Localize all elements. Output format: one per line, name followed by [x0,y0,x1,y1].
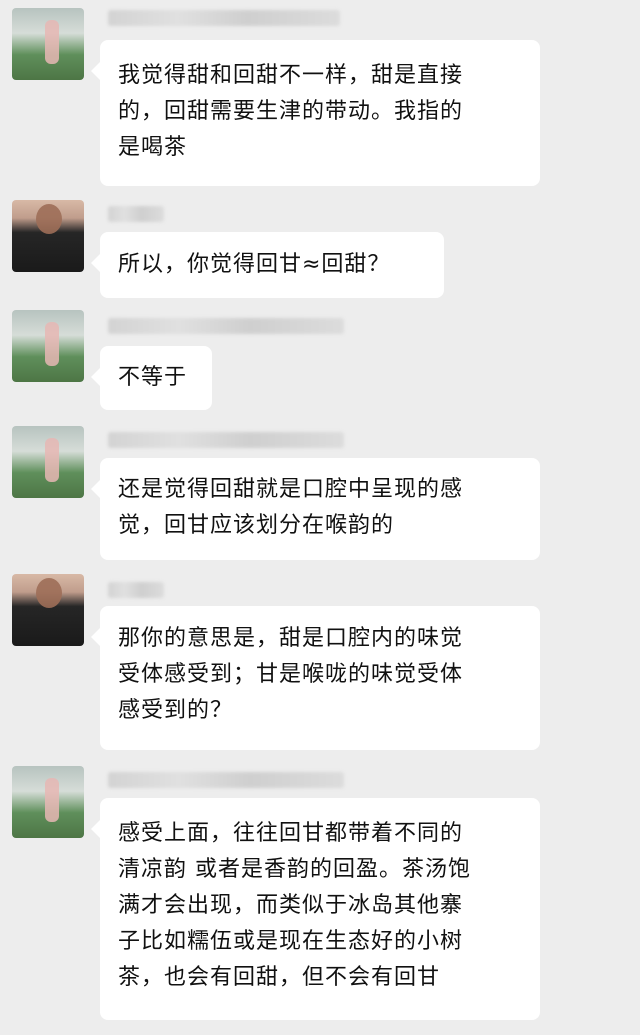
message-text-line: 觉，回甘应该划分在喉韵的 [118,513,395,538]
message-text-line: 满才会出现，而类似于冰岛其他寨 [118,893,464,918]
message-text-line: 子比如糯伍或是现在生态好的小树 [118,929,464,954]
avatar[interactable] [12,766,84,838]
message-text-line: 所以，你觉得回甘≈回甜？ [118,252,391,277]
message-bubble[interactable]: 还是觉得回甜就是口腔中呈现的感 觉，回甘应该划分在喉韵的 [91,458,540,560]
message-text-line: 感受到的？ [118,698,234,723]
sender-name [108,772,344,788]
message-text-line: 不等于 [118,365,188,390]
sender-name [108,432,344,448]
message-text-line: 受体感受到；甘是喉咙的味觉受体 [118,662,464,687]
message-bubble[interactable]: 不等于 [91,346,212,410]
message-text-line: 茶，也会有回甜，但不会有回甘 [118,965,441,990]
message-text-line: 那你的意思是，甜是口腔内的味觉 [118,626,464,651]
message-bubble[interactable]: 我觉得甜和回甜不一样，甜是直接 的，回甜需要生津的带动。我指的 是喝茶 [91,40,540,186]
avatar[interactable] [12,426,84,498]
message-bubble[interactable]: 感受上面，往往回甘都带着不同的 清凉韵 或者是香韵的回盈。茶汤饱 满才会出现，而… [91,798,540,1020]
message-text-line: 是喝茶 [118,135,188,160]
message-text-line: 我觉得甜和回甜不一样，甜是直接 [118,63,464,88]
sender-name [108,10,340,26]
avatar[interactable] [12,200,84,272]
avatar[interactable] [12,310,84,382]
message-text-line: 感受上面，往往回甘都带着不同的 [118,821,464,846]
avatar[interactable] [12,8,84,80]
message-bubble[interactable]: 所以，你觉得回甘≈回甜？ [91,232,444,298]
sender-name [108,206,164,222]
message-text-line: 清凉韵 或者是香韵的回盈。茶汤饱 [118,857,471,882]
sender-name [108,582,164,598]
sender-name [108,318,344,334]
message-text-line: 的，回甜需要生津的带动。我指的 [118,99,464,124]
avatar[interactable] [12,574,84,646]
message-bubble[interactable]: 那你的意思是，甜是口腔内的味觉 受体感受到；甘是喉咙的味觉受体 感受到的？ [91,606,540,750]
message-text-line: 还是觉得回甜就是口腔中呈现的感 [118,477,464,502]
